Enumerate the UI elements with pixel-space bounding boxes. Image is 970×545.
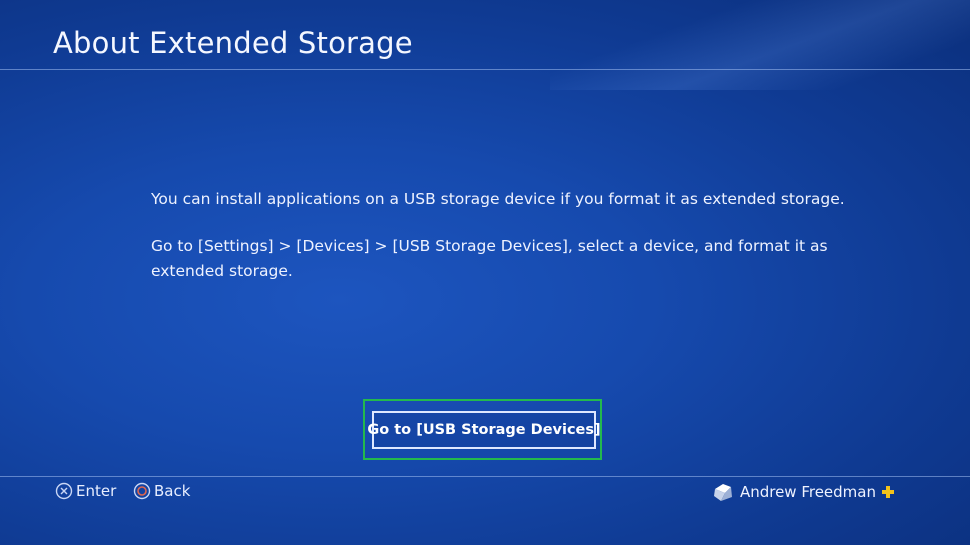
- user-avatar-icon: [712, 481, 734, 503]
- back-hint-label: Back: [154, 482, 191, 500]
- cross-button-icon: [55, 482, 73, 500]
- user-name: Andrew Freedman: [739, 483, 876, 501]
- info-paragraph-1: You can install applications on a USB st…: [151, 190, 845, 208]
- header-divider: [0, 69, 970, 70]
- user-profile[interactable]: Andrew Freedman: [712, 481, 895, 503]
- circle-button-icon: [133, 482, 151, 500]
- enter-hint[interactable]: Enter: [55, 482, 116, 500]
- info-paragraph-2: Go to [Settings] > [Devices] > [USB Stor…: [151, 237, 828, 280]
- go-to-usb-storage-devices-button[interactable]: Go to [USB Storage Devices]: [367, 411, 601, 449]
- back-hint[interactable]: Back: [133, 482, 190, 500]
- footer-divider: [0, 476, 970, 477]
- button-label: Go to [USB Storage Devices]: [367, 422, 601, 438]
- background-wave: [550, 0, 970, 90]
- playstation-plus-icon: [881, 485, 895, 499]
- page-title: About Extended Storage: [53, 26, 413, 60]
- enter-hint-label: Enter: [76, 482, 117, 500]
